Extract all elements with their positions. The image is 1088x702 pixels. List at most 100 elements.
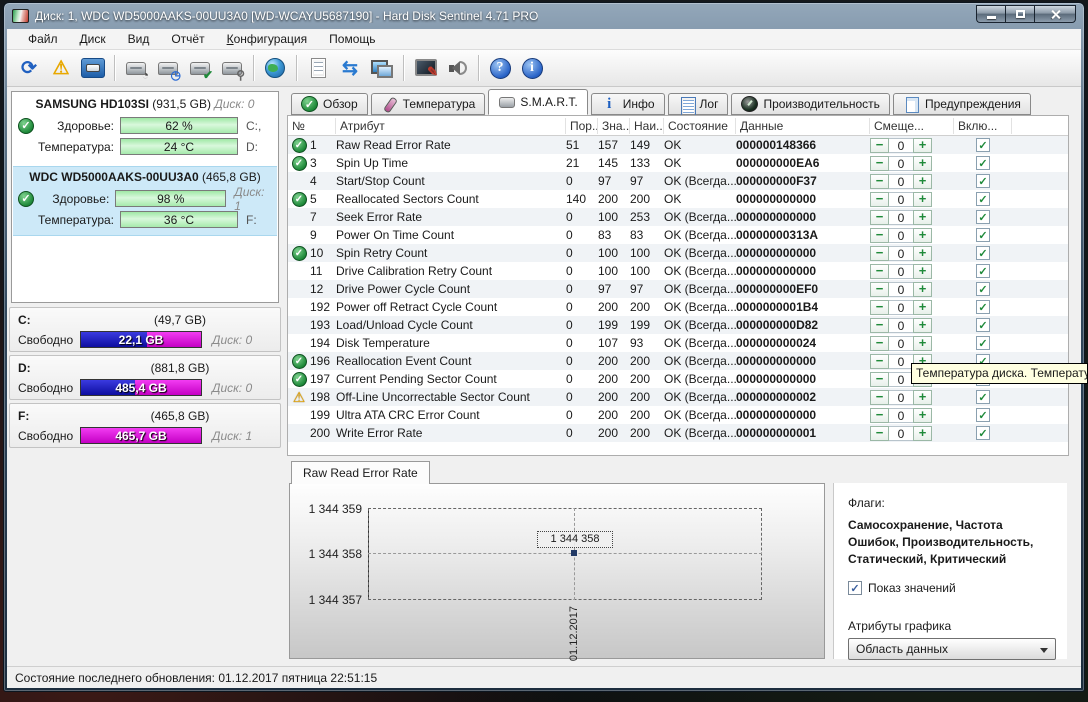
sound-icon[interactable] xyxy=(442,54,472,82)
header-number[interactable]: № xyxy=(288,118,336,134)
enabled-checkbox[interactable] xyxy=(976,318,990,332)
show-values-checkbox[interactable] xyxy=(848,581,862,595)
offset-decrease-button[interactable]: − xyxy=(870,138,889,153)
network-disk-icon[interactable] xyxy=(260,54,290,82)
report-icon[interactable] xyxy=(303,54,333,82)
table-row[interactable]: 1Raw Read Error Rate51157149OK0000001483… xyxy=(288,136,1068,154)
disk-clock-icon[interactable]: ◷ xyxy=(153,54,183,82)
offset-decrease-button[interactable]: − xyxy=(870,228,889,243)
enabled-checkbox[interactable] xyxy=(976,228,990,242)
table-row[interactable]: 192Power off Retract Cycle Count0200200O… xyxy=(288,298,1068,316)
disk-gauge-icon[interactable]: ◔ xyxy=(121,54,151,82)
tab-производительность[interactable]: Производительность xyxy=(731,93,889,115)
refresh-icon[interactable]: ⟳ xyxy=(14,54,44,82)
offset-increase-button[interactable]: + xyxy=(913,264,932,279)
offset-increase-button[interactable]: + xyxy=(913,282,932,297)
display-settings-icon[interactable] xyxy=(410,54,440,82)
tab-s.m.a.r.t.[interactable]: S.M.A.R.T. xyxy=(488,89,587,115)
disk-test-icon[interactable]: ✔ xyxy=(185,54,215,82)
offset-decrease-button[interactable]: − xyxy=(870,354,889,369)
enabled-checkbox[interactable] xyxy=(976,210,990,224)
drive-panel-d[interactable]: D: (881,8 GB) Свободно 485,4 GB Диск: 0 xyxy=(9,355,281,400)
offset-decrease-button[interactable]: − xyxy=(870,408,889,423)
offset-decrease-button[interactable]: − xyxy=(870,318,889,333)
tab-обзор[interactable]: Обзор xyxy=(291,93,368,115)
enabled-checkbox[interactable] xyxy=(976,390,990,404)
enabled-checkbox[interactable] xyxy=(976,300,990,314)
disk-entry-wdc-selected[interactable]: WDC WD5000AAKS-00UU3A0 (465,8 GB) Здоров… xyxy=(13,166,277,236)
maximize-button[interactable] xyxy=(1005,5,1034,23)
tab-инфо[interactable]: Инфо xyxy=(591,93,665,115)
header-offset[interactable]: Смеще... xyxy=(870,118,954,134)
chart-attributes-dropdown[interactable]: Область данных xyxy=(848,638,1056,660)
drive-panel-c[interactable]: C: (49,7 GB) Свободно 22,1 GB Диск: 0 xyxy=(9,307,281,352)
offset-increase-button[interactable]: + xyxy=(913,174,932,189)
offset-decrease-button[interactable]: − xyxy=(870,210,889,225)
offset-increase-button[interactable]: + xyxy=(913,156,932,171)
offset-increase-button[interactable]: + xyxy=(913,138,932,153)
enabled-checkbox[interactable] xyxy=(976,264,990,278)
table-row[interactable]: 200Write Error Rate0200200OK (Всегда...0… xyxy=(288,424,1068,442)
header-threshold[interactable]: Пор... xyxy=(566,118,598,134)
table-row[interactable]: 194Disk Temperature010793OK (Всегда...00… xyxy=(288,334,1068,352)
table-row[interactable]: ⚠198Off-Line Uncorrectable Sector Count0… xyxy=(288,388,1068,406)
remote-monitor-icon[interactable] xyxy=(367,54,397,82)
offset-increase-button[interactable]: + xyxy=(913,210,932,225)
header-data[interactable]: Данные xyxy=(736,118,870,134)
menu-report[interactable]: Отчёт xyxy=(160,30,215,48)
tab-лог[interactable]: Лог xyxy=(668,93,729,115)
menu-configuration[interactable]: Конфигурация xyxy=(216,30,319,48)
enabled-checkbox[interactable] xyxy=(976,426,990,440)
enabled-checkbox[interactable] xyxy=(976,138,990,152)
enabled-checkbox[interactable] xyxy=(976,156,990,170)
offset-increase-button[interactable]: + xyxy=(913,300,932,315)
offset-increase-button[interactable]: + xyxy=(913,426,932,441)
enabled-checkbox[interactable] xyxy=(976,336,990,350)
info-icon[interactable]: i xyxy=(517,54,547,82)
enabled-checkbox[interactable] xyxy=(976,282,990,296)
enabled-checkbox[interactable] xyxy=(976,408,990,422)
disk-search-icon[interactable]: ⚲ xyxy=(217,54,247,82)
disk-warning-icon[interactable]: ⚠ xyxy=(46,54,76,82)
drive-panel-f[interactable]: F: (465,8 GB) Свободно 465,7 GB Диск: 1 xyxy=(9,403,281,448)
offset-increase-button[interactable]: + xyxy=(913,228,932,243)
menu-help[interactable]: Помощь xyxy=(318,30,386,48)
offset-increase-button[interactable]: + xyxy=(913,246,932,261)
help-icon[interactable]: ? xyxy=(485,54,515,82)
offset-increase-button[interactable]: + xyxy=(913,408,932,423)
disk-entry-samsung[interactable]: SAMSUNG HD103SI (931,5 GB) Диск: 0 Здоро… xyxy=(13,94,277,164)
offset-decrease-button[interactable]: − xyxy=(870,336,889,351)
header-attribute[interactable]: Атрибут xyxy=(336,118,566,134)
table-row[interactable]: 11Drive Calibration Retry Count0100100OK… xyxy=(288,262,1068,280)
header-enabled[interactable]: Вклю... xyxy=(954,118,1012,134)
tab-температура[interactable]: Температура xyxy=(371,93,486,115)
offset-decrease-button[interactable]: − xyxy=(870,372,889,387)
chart-tab[interactable]: Raw Read Error Rate xyxy=(291,461,430,484)
offset-decrease-button[interactable]: − xyxy=(870,264,889,279)
offset-decrease-button[interactable]: − xyxy=(870,174,889,189)
table-row[interactable]: 3Spin Up Time21145133OK000000000EA6−0+ xyxy=(288,154,1068,172)
table-row[interactable]: 5Reallocated Sectors Count140200200OK000… xyxy=(288,190,1068,208)
offset-decrease-button[interactable]: − xyxy=(870,390,889,405)
offset-decrease-button[interactable]: − xyxy=(870,282,889,297)
offset-decrease-button[interactable]: − xyxy=(870,192,889,207)
table-row[interactable]: 7Seek Error Rate0100253OK (Всегда...0000… xyxy=(288,208,1068,226)
header-value[interactable]: Зна... xyxy=(598,118,630,134)
sync-icon[interactable]: ⇆ xyxy=(335,54,365,82)
minimize-button[interactable] xyxy=(976,5,1005,23)
table-row[interactable]: 12Drive Power Cycle Count09797OK (Всегда… xyxy=(288,280,1068,298)
table-row[interactable]: 199Ultra ATA CRC Error Count0200200OK (В… xyxy=(288,406,1068,424)
tab-предупреждения[interactable]: Предупреждения xyxy=(893,93,1031,115)
offset-increase-button[interactable]: + xyxy=(913,390,932,405)
table-row[interactable]: 10Spin Retry Count0100100OK (Всегда...00… xyxy=(288,244,1068,262)
menu-disk[interactable]: Диск xyxy=(69,30,117,48)
header-status[interactable]: Состояние xyxy=(664,118,736,134)
title-bar[interactable]: Диск: 1, WDC WD5000AAKS-00UU3A0 [WD-WCAY… xyxy=(4,3,1084,29)
header-worst[interactable]: Наи... xyxy=(630,118,664,134)
offset-increase-button[interactable]: + xyxy=(913,336,932,351)
offset-decrease-button[interactable]: − xyxy=(870,300,889,315)
table-row[interactable]: 9Power On Time Count08383OK (Всегда...00… xyxy=(288,226,1068,244)
menu-view[interactable]: Вид xyxy=(117,30,161,48)
offset-decrease-button[interactable]: − xyxy=(870,156,889,171)
table-row[interactable]: 193Load/Unload Cycle Count0199199OK (Все… xyxy=(288,316,1068,334)
